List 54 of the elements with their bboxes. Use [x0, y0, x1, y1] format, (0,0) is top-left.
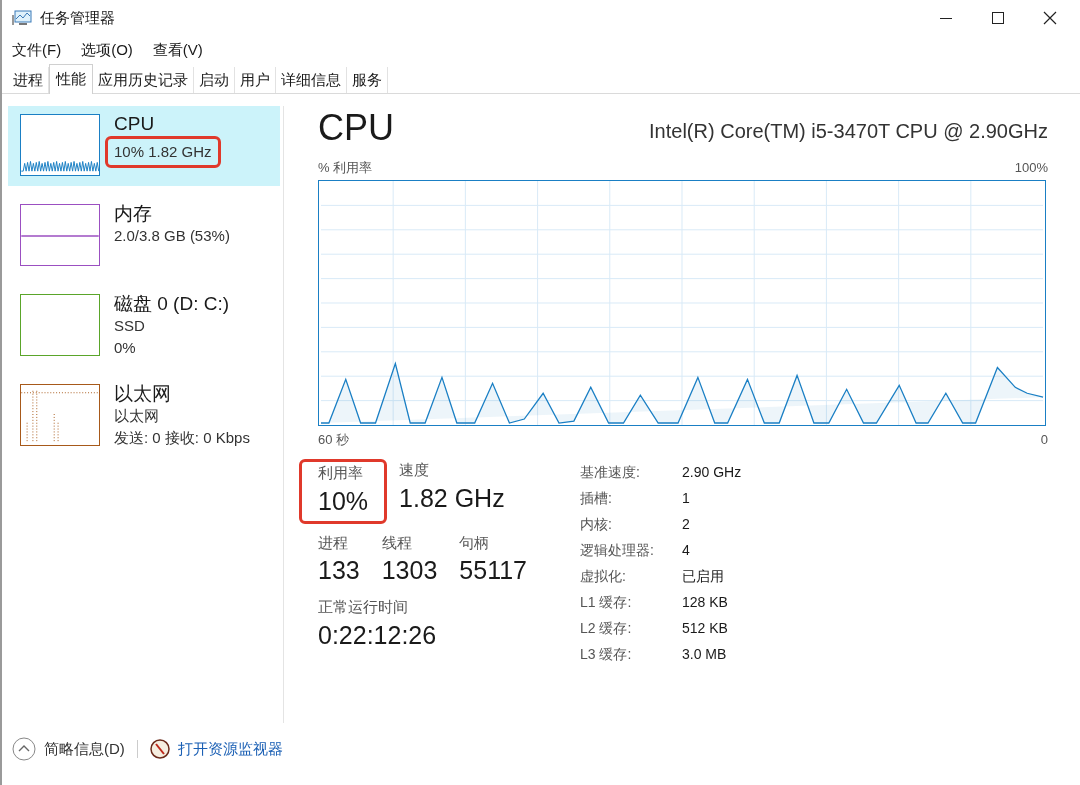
detail-label: 虚拟化:: [580, 567, 627, 586]
resource-name: 以太网: [114, 383, 172, 405]
resource-name: 磁盘 0 (D: C:): [114, 293, 230, 315]
stat-label: 正常运行时间: [318, 597, 409, 617]
detail-value: 4: [682, 541, 691, 560]
menu-item[interactable]: 选项(O): [81, 38, 133, 62]
detail-label: 逻辑处理器:: [580, 541, 655, 560]
axis-label: 100%: [1014, 159, 1048, 177]
stat-value: 1.82 GHz: [399, 482, 505, 514]
stat-label: 利用率: [318, 463, 364, 483]
detail-label: L3 缓存:: [580, 645, 633, 664]
processor-name: Intel(R) Core(TM) i5-3470T CPU @ 2.90GHz: [649, 119, 1048, 144]
monitor-graph-icon: [12, 9, 32, 27]
stat-label: 进程: [318, 532, 349, 553]
detail-value: 512 KB: [682, 619, 729, 638]
sidebar-item[interactable]: CPU 10% 1.82 GHz: [8, 106, 280, 186]
stat-value: 0:22:12:26: [318, 619, 438, 651]
stat-value: 1303: [381, 555, 438, 586]
chevron-up-icon[interactable]: [12, 737, 36, 761]
resource-detail: 10% 1.82 GHz: [105, 136, 221, 168]
axis-label: 60 秒: [318, 430, 350, 449]
stat-value: 10%: [318, 485, 369, 517]
detail-value: 3.0 MB: [682, 645, 728, 664]
resource-detail: 以太网: [114, 406, 160, 426]
detail-value: 1: [682, 489, 691, 508]
detail-value: 2.90 GHz: [682, 463, 742, 482]
stat-value: 55117: [459, 555, 527, 586]
resource-detail: 2.0/3.8 GB (53%): [114, 226, 230, 246]
detail-value: 128 KB: [682, 593, 729, 612]
resource-name: 内存: [114, 203, 153, 225]
detail-value: 已启用: [682, 567, 725, 586]
axis-label: 0: [1040, 430, 1048, 449]
menu-item[interactable]: 文件(F): [12, 38, 62, 62]
detail-value: 2: [682, 515, 691, 534]
summary-button[interactable]: 简略信息(D): [44, 737, 125, 761]
resource-detail: 0%: [114, 338, 137, 358]
detail-label: 内核:: [580, 515, 613, 534]
axis-label: % 利用率: [318, 159, 373, 177]
detail-label: L1 缓存:: [580, 593, 633, 612]
resource-detail: 发送: 0 接收: 0 Kbps: [114, 428, 250, 448]
menu-item[interactable]: 查看(V): [152, 38, 203, 62]
resource-monitor-link[interactable]: 打开资源监视器: [177, 737, 283, 761]
window-title: 任务管理器: [40, 7, 115, 28]
tab[interactable]: 性能: [49, 64, 93, 94]
detail-label: 基准速度:: [580, 463, 641, 482]
panel-title: CPU: [318, 106, 394, 150]
resource-name: CPU: [114, 113, 156, 135]
stat-label: 线程: [381, 532, 413, 553]
resource-detail: SSD: [114, 316, 146, 336]
stat-label: 句柄: [459, 532, 491, 553]
detail-label: 插槽:: [580, 489, 613, 508]
detail-label: L2 缓存:: [580, 619, 633, 638]
stat-value: 133: [318, 555, 360, 586]
stat-label: 速度: [399, 460, 431, 480]
